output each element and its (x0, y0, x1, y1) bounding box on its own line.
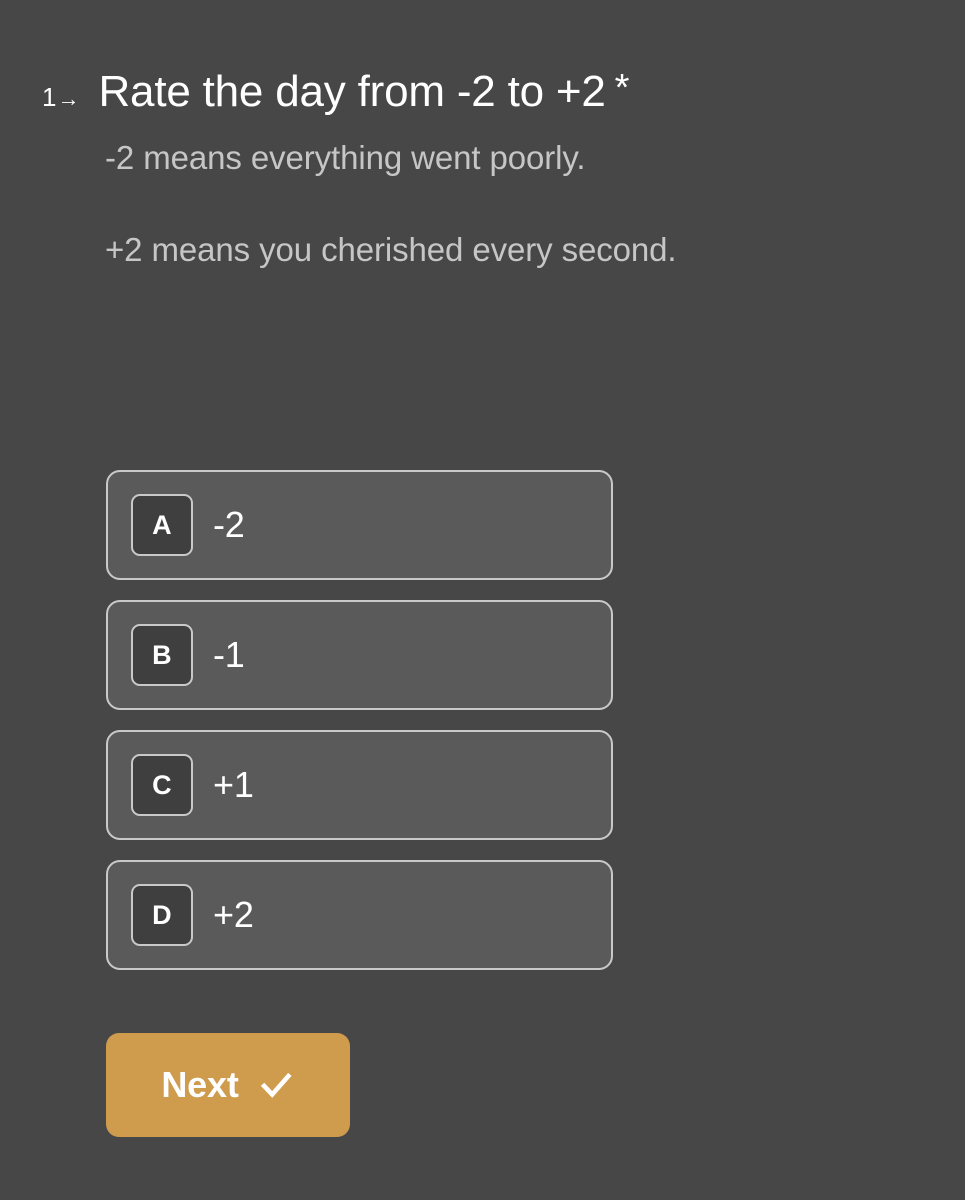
description-paragraph-2: +2 means you cherished every second. (105, 230, 677, 268)
option-b[interactable]: B ‑1 (106, 600, 613, 710)
option-label-d: +2 (213, 894, 254, 935)
question-index-number: 1 (42, 82, 57, 113)
option-a[interactable]: A ‑2 (106, 470, 613, 580)
page-title: Rate the day from ‑2 to +2 * (98, 67, 925, 118)
check-icon (260, 1072, 292, 1098)
quiz-question-page: 1→ Rate the day from ‑2 to +2 * ‑2 means … (0, 0, 965, 1200)
required-marker: * (614, 67, 630, 110)
answer-options-list: A ‑2 B ‑1 C +1 D +2 (106, 470, 613, 970)
option-key-badge-c: C (131, 754, 193, 816)
option-label-a: ‑2 (213, 504, 245, 545)
option-c[interactable]: C +1 (106, 730, 613, 840)
option-d[interactable]: D +2 (106, 860, 613, 970)
option-key-badge-d: D (131, 884, 193, 946)
option-label-c: +1 (213, 764, 254, 805)
option-key-letter: A (152, 509, 172, 540)
option-key-letter: C (152, 769, 172, 800)
option-key-letter: D (152, 899, 172, 930)
option-key-letter: B (152, 639, 172, 670)
next-button-label: Next (161, 1064, 239, 1105)
description-paragraph-1: ‑2 means everything went poorly. (105, 139, 586, 176)
question-header: 1→ Rate the day from ‑2 to +2 * (42, 38, 925, 148)
question-description: ‑2 means everything went poorly. +2 mean… (105, 134, 795, 274)
question-title-text: Rate the day from ‑2 to +2 (98, 67, 606, 117)
question-index: 1→ (42, 84, 79, 110)
option-key-badge-a: A (131, 494, 193, 556)
arrow-right-icon: → (57, 86, 80, 112)
next-button[interactable]: Next (106, 1033, 350, 1137)
option-label-b: ‑1 (213, 634, 245, 675)
option-key-badge-b: B (131, 624, 193, 686)
